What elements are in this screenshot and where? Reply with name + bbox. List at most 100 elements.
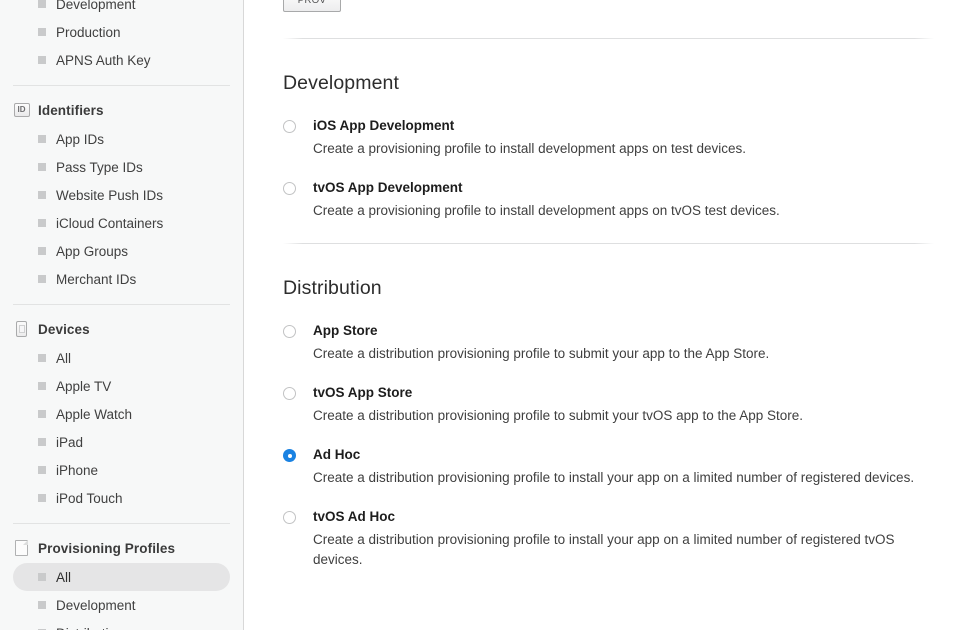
section-development: Development iOS App Development Create a… [244, 72, 973, 221]
section-title: Distribution [283, 277, 382, 299]
sidebar-item-merchant-ids[interactable]: Merchant IDs [13, 265, 230, 293]
radio-button-icon-selected[interactable] [283, 449, 296, 462]
prov-badge: PROV [283, 0, 341, 12]
sidebar-group-provisioning-profiles: Provisioning Profiles All Development Di… [0, 535, 243, 630]
section-distribution: Distribution App Store Create a distribu… [244, 277, 973, 570]
bullet-icon [38, 601, 46, 609]
bullet-icon [38, 466, 46, 474]
bullet-icon [38, 163, 46, 171]
section-title: Development [283, 72, 399, 94]
option-title: tvOS App Store [313, 385, 413, 400]
radio-button-icon[interactable] [283, 325, 296, 338]
option-app-store[interactable]: App Store Create a distribution provisio… [283, 322, 934, 364]
sidebar-item-label: Production [56, 24, 121, 40]
sidebar-item-label: iCloud Containers [56, 215, 164, 231]
sidebar-item-icloud-containers[interactable]: iCloud Containers [13, 209, 230, 237]
prov-badge-row: PROV [244, 0, 973, 16]
sidebar-item-label: App IDs [56, 131, 105, 147]
option-description: Create a provisioning profile to install… [313, 141, 746, 156]
sidebar-item-label: Development [56, 597, 136, 613]
radio-button-icon[interactable] [283, 511, 296, 524]
option-title: iOS App Development [313, 118, 455, 133]
option-title: Ad Hoc [313, 447, 361, 462]
radio-button-icon[interactable] [283, 387, 296, 400]
sidebar-item-pass-type-ids[interactable]: Pass Type IDs [13, 153, 230, 181]
bullet-icon [38, 573, 46, 581]
sidebar-divider [13, 523, 230, 524]
sidebar-header-label: Devices [38, 321, 90, 337]
sidebar-item-label: Website Push IDs [56, 187, 164, 203]
option-ad-hoc[interactable]: Ad Hoc Create a distribution provisionin… [283, 446, 934, 488]
sidebar-group-devices: Devices All Apple TV Apple Watch iPad iP… [0, 316, 243, 512]
bullet-icon [38, 494, 46, 502]
sidebar: Development Production APNS Auth Key ID [0, 0, 244, 630]
radio-button-icon[interactable] [283, 120, 296, 133]
document-icon-shape [15, 540, 28, 556]
main-content: PROV Development iOS App Development Cre… [244, 0, 973, 630]
option-tvos-app-store[interactable]: tvOS App Store Create a distribution pro… [283, 384, 934, 426]
sidebar-item-distribution-profiles[interactable]: Distribution [13, 619, 230, 630]
sidebar-item-development-profiles[interactable]: Development [13, 591, 230, 619]
section-divider-middle [283, 243, 934, 244]
option-ios-app-development[interactable]: iOS App Development Create a provisionin… [283, 117, 934, 159]
document-icon [13, 540, 30, 557]
sidebar-item-apple-watch[interactable]: Apple Watch [13, 400, 230, 428]
sidebar-item-label: iPhone [56, 462, 99, 478]
sidebar-item-ipad[interactable]: iPad [13, 428, 230, 456]
bullet-icon [38, 275, 46, 283]
sidebar-header-devices: Devices [0, 316, 243, 342]
device-icon [13, 321, 30, 338]
option-title: App Store [313, 323, 378, 338]
option-description: Create a provisioning profile to install… [313, 203, 780, 218]
sidebar-item-iphone[interactable]: iPhone [13, 456, 230, 484]
sidebar-item-apple-tv[interactable]: Apple TV [13, 372, 230, 400]
sidebar-item-all-profiles[interactable]: All [13, 563, 230, 591]
option-tvos-app-development[interactable]: tvOS App Development Create a provisioni… [283, 179, 934, 221]
sidebar-item-label: Apple Watch [56, 406, 133, 422]
id-badge-icon-text: ID [13, 103, 30, 117]
sidebar-item-website-push-ids[interactable]: Website Push IDs [13, 181, 230, 209]
sidebar-item-label: Merchant IDs [56, 271, 137, 287]
option-description: Create a distribution provisioning profi… [313, 408, 804, 423]
sidebar-item-apns-auth-key[interactable]: APNS Auth Key [13, 46, 230, 74]
sidebar-item-development[interactable]: Development [13, 0, 230, 18]
sidebar-item-label: APNS Auth Key [56, 52, 151, 68]
sidebar-item-ipod-touch[interactable]: iPod Touch [13, 484, 230, 512]
sidebar-item-label: Pass Type IDs [56, 159, 143, 175]
bullet-icon [38, 0, 46, 8]
option-description: Create a distribution provisioning profi… [313, 470, 915, 485]
sidebar-item-label: Apple TV [56, 378, 112, 394]
sidebar-item-production[interactable]: Production [13, 18, 230, 46]
sidebar-header-provisioning-profiles: Provisioning Profiles [0, 535, 243, 561]
sidebar-item-label: Distribution [56, 626, 124, 630]
bullet-icon [38, 247, 46, 255]
bullet-icon [38, 219, 46, 227]
sidebar-header-identifiers: ID Identifiers [0, 97, 243, 123]
bullet-icon [38, 382, 46, 390]
sidebar-header-label: Identifiers [38, 102, 104, 118]
device-icon-shape [16, 321, 27, 337]
sidebar-divider [13, 304, 230, 305]
bullet-icon [38, 438, 46, 446]
sidebar-item-label: App Groups [56, 243, 129, 259]
option-title: tvOS App Development [313, 180, 463, 195]
bullet-icon [38, 56, 46, 64]
option-tvos-ad-hoc[interactable]: tvOS Ad Hoc Create a distribution provis… [283, 508, 934, 570]
radio-button-icon[interactable] [283, 182, 296, 195]
sidebar-group-identifiers: ID Identifiers App IDs Pass Type IDs Web… [0, 97, 243, 293]
sidebar-item-label: Development [56, 0, 136, 12]
sidebar-divider [13, 85, 230, 86]
option-description: Create a distribution provisioning profi… [313, 532, 895, 567]
sidebar-scroll-content: Development Production APNS Auth Key ID [0, 0, 243, 630]
sidebar-item-label: All [56, 350, 72, 366]
sidebar-item-label: iPad [56, 434, 84, 450]
sidebar-item-all-devices[interactable]: All [13, 344, 230, 372]
option-description: Create a distribution provisioning profi… [313, 346, 770, 361]
sidebar-item-app-ids[interactable]: App IDs [13, 125, 230, 153]
sidebar-item-app-groups[interactable]: App Groups [13, 237, 230, 265]
bullet-icon [38, 410, 46, 418]
section-divider-top [283, 38, 934, 39]
sidebar-header-label: Provisioning Profiles [38, 540, 176, 556]
sidebar-item-label: iPod Touch [56, 490, 123, 506]
bullet-icon [38, 191, 46, 199]
